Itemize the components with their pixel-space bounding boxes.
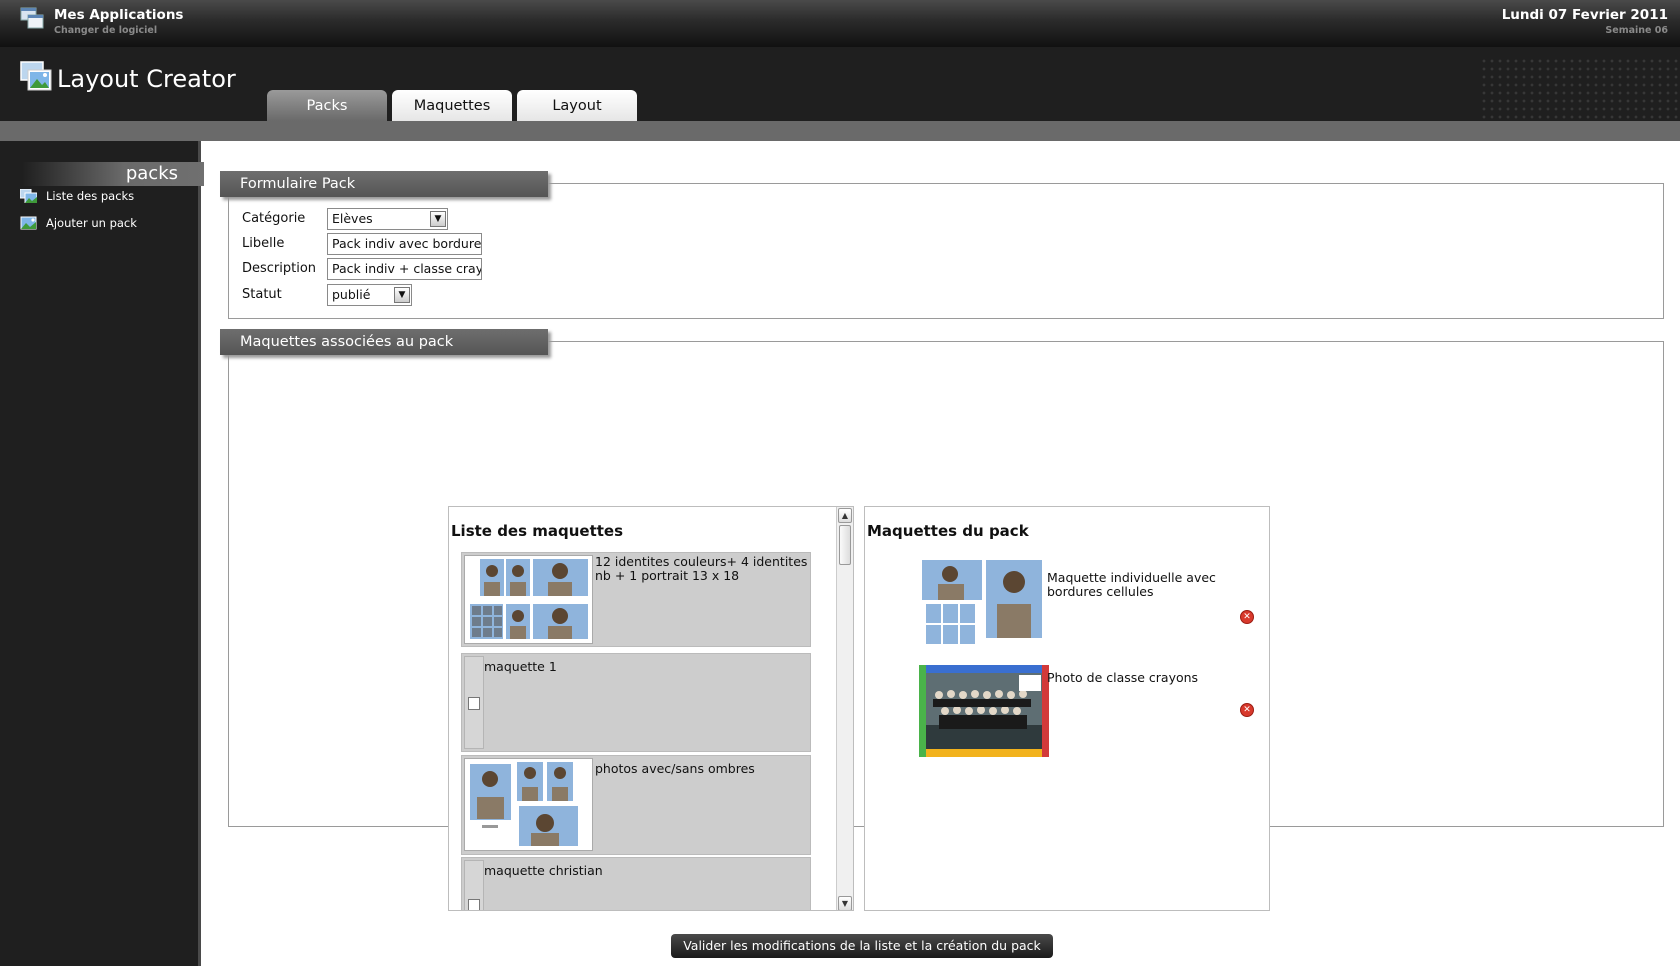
top-bar: Mes Applications Changer de logiciel Lun…: [0, 0, 1680, 47]
pack-maquettes-title: Maquettes du pack: [867, 522, 1029, 540]
broken-image-icon: [468, 697, 480, 710]
categorie-value: Elèves: [332, 211, 373, 226]
current-date: Lundi 07 Fevrier 2011: [1501, 7, 1668, 23]
pack-item-label: Maquette individuelle avec bordures cell…: [1047, 570, 1216, 599]
list-item-label: maquette christian: [484, 863, 603, 878]
description-input[interactable]: Pack indiv + classe crayo: [327, 258, 482, 280]
statut-label: Statut: [242, 287, 282, 302]
submit-pack-button[interactable]: Valider les modifications de la liste et…: [671, 934, 1053, 958]
maquette-thumbnail: [464, 555, 593, 644]
broken-image-icon: [468, 899, 480, 910]
statut-select[interactable]: publié ▼: [327, 284, 412, 306]
pack-maquettes-panel: Maquettes du pack Maquette individuelle …: [864, 506, 1270, 911]
scroll-down-icon[interactable]: ▼: [838, 896, 852, 910]
chevron-down-icon[interactable]: ▼: [430, 211, 446, 227]
libelle-input[interactable]: Pack indiv avec bordures c: [327, 233, 482, 255]
categorie-select[interactable]: Elèves ▼: [327, 208, 448, 230]
app-switcher-title[interactable]: Mes Applications: [54, 7, 183, 23]
identity-photos-thumbnail: [465, 556, 592, 643]
missing-thumbnail: [464, 860, 484, 910]
main-content: Formulaire Pack Catégorie Elèves ▼ Libel…: [204, 141, 1680, 966]
app-logo-text: Layout Creator: [57, 65, 236, 93]
chevron-down-icon[interactable]: ▼: [394, 287, 410, 303]
maquettes-legend: Maquettes associées au pack: [220, 329, 548, 355]
list-item-label: 12 identites couleurs+ 4 identites nb + …: [595, 554, 808, 583]
description-label: Description: [242, 261, 317, 276]
shadow-photos-thumbnail: [465, 759, 592, 850]
individual-maquette-thumbnail: [922, 560, 1042, 645]
pack-item-label: Photo de classe crayons: [1047, 670, 1199, 685]
remove-icon[interactable]: ✕: [1240, 610, 1254, 624]
app-window-icon[interactable]: [20, 7, 44, 29]
header-underline-bar: [0, 121, 1680, 141]
list-item-label: photos avec/sans ombres: [595, 761, 755, 776]
sidebar-item-label: Liste des packs: [46, 189, 135, 203]
list-item-label: maquette 1: [484, 659, 557, 674]
sidebar-item-liste-des-packs[interactable]: Liste des packs: [20, 186, 134, 206]
list-item[interactable]: maquette christian: [461, 857, 811, 910]
picture-icon: [20, 61, 52, 91]
pack-form-legend: Formulaire Pack: [220, 171, 548, 197]
remove-icon[interactable]: ✕: [1240, 703, 1254, 717]
class-photo-thumbnail: [919, 665, 1049, 757]
scroll-thumb[interactable]: [839, 525, 851, 565]
list-item[interactable]: maquette 1: [461, 653, 811, 752]
tab-packs[interactable]: Packs: [267, 90, 387, 121]
tab-layout[interactable]: Layout: [517, 90, 637, 121]
list-picture-icon: [20, 189, 37, 203]
add-picture-icon: [20, 216, 37, 230]
list-item[interactable]: photos avec/sans ombres: [461, 755, 811, 855]
decorative-dots: [1480, 57, 1680, 121]
scroll-up-icon[interactable]: ▲: [838, 508, 852, 523]
maquettes-list-title: Liste des maquettes: [451, 522, 624, 540]
sidebar-item-ajouter-un-pack[interactable]: Ajouter un pack: [20, 213, 137, 233]
app-header: Layout Creator Packs Maquettes Layout: [0, 47, 1680, 121]
week-number: Semaine 06: [1605, 25, 1668, 36]
missing-thumbnail: [464, 656, 484, 749]
change-software-link[interactable]: Changer de logiciel: [54, 25, 157, 36]
maquette-thumbnail: [464, 758, 593, 851]
sidebar-title: packs: [22, 162, 208, 186]
tab-maquettes[interactable]: Maquettes: [392, 90, 512, 121]
list-item[interactable]: 12 identites couleurs+ 4 identites nb + …: [461, 552, 811, 647]
statut-value: publié: [332, 287, 371, 302]
list-scrollbar[interactable]: ▲ ▼: [836, 507, 853, 910]
libelle-label: Libelle: [242, 236, 285, 251]
sidebar: packs: [0, 141, 208, 966]
maquettes-list-panel[interactable]: Liste des maquettes 12 identites couleur…: [448, 506, 854, 911]
sidebar-item-label: Ajouter un pack: [46, 216, 137, 230]
categorie-label: Catégorie: [242, 211, 306, 226]
